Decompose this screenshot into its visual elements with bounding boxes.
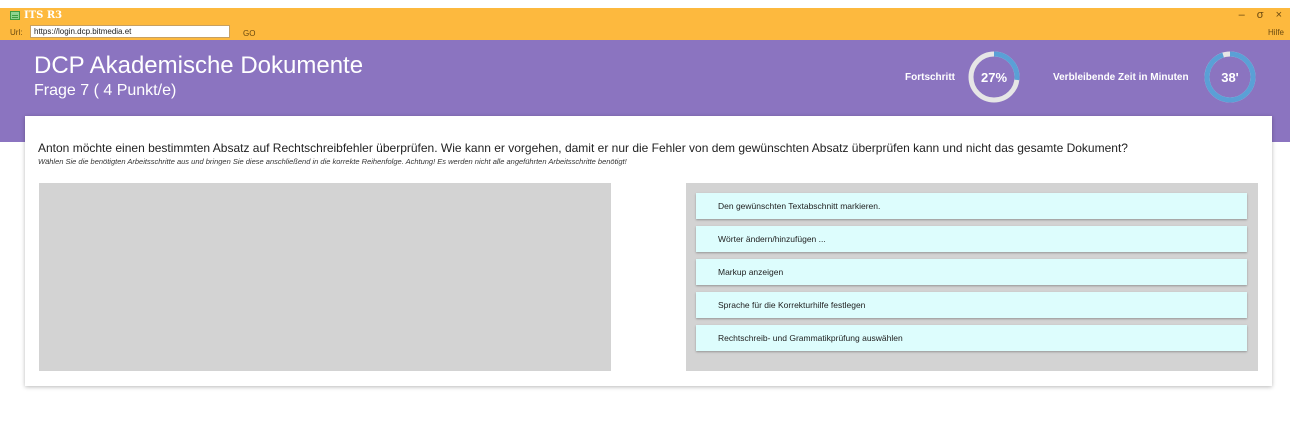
help-link[interactable]: Hilfe xyxy=(1268,28,1284,37)
time-remaining-label: Verbleibende Zeit in Minuten xyxy=(1053,72,1189,83)
question-number: Frage 7 ( 4 Punkt/e) xyxy=(34,82,177,99)
option-item[interactable]: Rechtschreib- und Grammatikprüfung auswä… xyxy=(696,325,1247,351)
app-title: ITS R3 xyxy=(10,10,62,21)
app-icon xyxy=(10,11,20,20)
option-label: Den gewünschten Textabschnitt markieren. xyxy=(718,201,881,211)
answer-drop-zone[interactable] xyxy=(39,183,611,371)
window-controls: – σ × xyxy=(1239,9,1282,21)
course-title: DCP Akademische Dokumente xyxy=(34,52,364,79)
url-input[interactable] xyxy=(30,25,230,38)
option-item[interactable]: Markup anzeigen xyxy=(696,259,1247,285)
app-title-text: ITS R3 xyxy=(24,10,63,21)
progress-ring: 27% xyxy=(967,50,1021,104)
minimize-icon[interactable]: – xyxy=(1239,9,1245,21)
option-label: Rechtschreib- und Grammatikprüfung auswä… xyxy=(718,333,903,343)
restore-icon[interactable]: σ xyxy=(1257,9,1264,21)
go-button[interactable]: GO xyxy=(243,29,255,38)
time-value: 38' xyxy=(1221,69,1239,85)
option-label: Markup anzeigen xyxy=(718,267,784,277)
option-label: Wörter ändern/hinzufügen ... xyxy=(718,234,826,244)
option-item[interactable]: Den gewünschten Textabschnitt markieren. xyxy=(696,193,1247,219)
option-label: Sprache für die Korrekturhilfe festlegen xyxy=(718,300,866,310)
question-card: Anton möchte einen bestimmten Absatz auf… xyxy=(25,116,1272,386)
close-icon[interactable]: × xyxy=(1276,9,1282,21)
app-title-bar: ITS R3 – σ × Url: GO Hilfe xyxy=(0,8,1290,40)
progress-label: Fortschritt xyxy=(905,72,955,83)
option-item[interactable]: Sprache für die Korrekturhilfe festlegen xyxy=(696,292,1247,318)
option-item[interactable]: Wörter ändern/hinzufügen ... xyxy=(696,226,1247,252)
progress-value: 27% xyxy=(980,69,1008,85)
question-text: Anton möchte einen bestimmten Absatz auf… xyxy=(38,141,1128,155)
options-zone: Den gewünschten Textabschnitt markieren.… xyxy=(686,183,1258,371)
time-ring: 38' xyxy=(1203,50,1257,104)
url-label: Url: xyxy=(10,28,23,37)
question-instruction: Wählen Sie die benötigten Arbeitsschritt… xyxy=(38,157,627,166)
